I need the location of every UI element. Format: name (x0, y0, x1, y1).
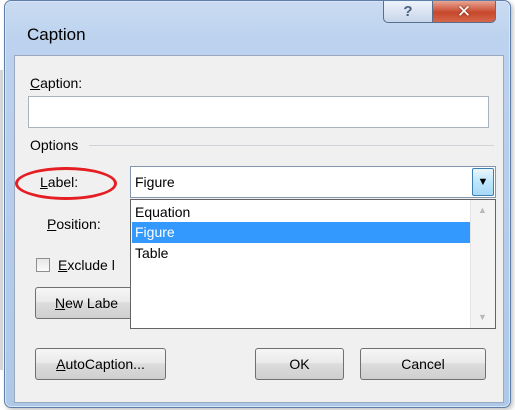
scroll-down-icon[interactable]: ▼ (478, 312, 487, 322)
autocaption-mnemonic: A (56, 356, 66, 372)
autocaption-rest: utoCaption... (65, 356, 145, 372)
ok-button[interactable]: OK (255, 348, 344, 380)
dropdown-scrollbar[interactable]: ▲ ▼ (470, 200, 495, 328)
background-window-edge (0, 70, 3, 370)
exclude-label-checkbox[interactable] (36, 258, 50, 272)
exclude-label-mnemonic: E (58, 257, 68, 273)
close-icon: ✕ (456, 1, 472, 21)
position-label-rest: osition: (56, 216, 101, 232)
exclude-label-rest: xclude l (67, 257, 115, 273)
new-label-mnemonic: N (55, 295, 66, 311)
label-combobox-value: Figure (135, 174, 175, 190)
dialog-title: Caption (27, 25, 86, 44)
dropdown-option-equation[interactable]: Equation (132, 202, 470, 223)
autocaption-button[interactable]: AutoCaption... (35, 348, 166, 380)
label-field-label: Label: (40, 174, 78, 190)
caption-label-mnemonic: C (30, 75, 41, 91)
help-icon: ? (403, 3, 413, 20)
label-combobox[interactable]: Figure ▼ (130, 166, 496, 198)
position-label-mnemonic: P (47, 216, 57, 232)
caption-label-rest: aption: (40, 75, 83, 91)
position-field-label: Position: (47, 216, 101, 232)
label-label-rest: abel: (47, 174, 79, 190)
cancel-button[interactable]: Cancel (360, 348, 486, 380)
caption-field-label: Caption: (30, 75, 82, 91)
new-label-button[interactable]: New Labe (35, 287, 145, 319)
label-label-mnemonic: L (40, 174, 48, 190)
dropdown-option-figure[interactable]: Figure (132, 222, 470, 243)
exclude-label-text: Exclude l (58, 257, 115, 273)
label-combobox-dropdown-button[interactable]: ▼ (472, 168, 494, 196)
options-group-divider (89, 145, 494, 146)
dropdown-option-table[interactable]: Table (132, 243, 470, 264)
label-dropdown-list[interactable]: Equation Figure Table ▲ ▼ (130, 199, 496, 329)
help-button[interactable]: ? (383, 1, 432, 23)
close-button[interactable]: ✕ (432, 1, 496, 23)
new-label-rest: ew Labe (65, 295, 119, 311)
caption-input[interactable] (28, 96, 489, 128)
scroll-up-icon[interactable]: ▲ (478, 205, 487, 215)
title-bar[interactable]: Caption ? ✕ (5, 1, 510, 43)
options-group-title: Options (30, 137, 79, 153)
chevron-down-icon: ▼ (477, 175, 489, 188)
